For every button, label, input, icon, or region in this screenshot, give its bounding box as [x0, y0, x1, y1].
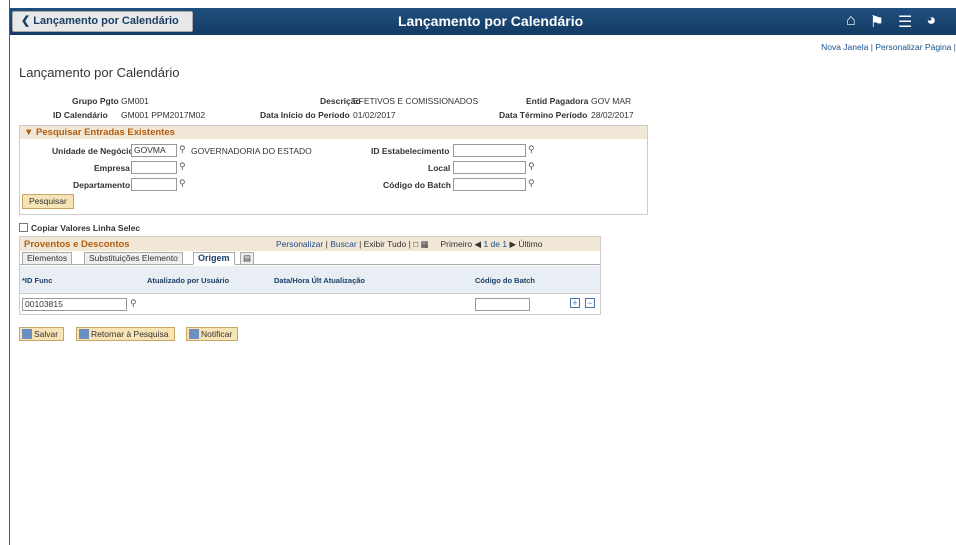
entid-pagadora-value: GOV MAR: [591, 96, 632, 106]
id-calendario-value: GM001 PPM2017M02: [121, 110, 206, 120]
compass-icon[interactable]: ◕: [926, 12, 936, 32]
new-window-link[interactable]: Nova Janela: [821, 42, 868, 52]
grid-navigation: Personalizar | Buscar | Exibir Tudo | □ …: [276, 239, 543, 250]
id-estabelecimento-label: ID Estabelecimento: [371, 146, 450, 156]
save-button[interactable]: Salvar: [19, 327, 65, 341]
personalize-link[interactable]: Personalizar: [276, 239, 323, 249]
unidade-negocio-description: GOVERNADORIA DO ESTADO: [191, 146, 312, 156]
lookup-icon[interactable]: ⚲: [179, 144, 186, 155]
separator: |: [359, 239, 362, 249]
local-label: Local: [428, 163, 451, 173]
save-label: Salvar: [34, 329, 59, 339]
return-icon: [79, 329, 89, 339]
data-termino-value: 28/02/2017: [591, 110, 634, 120]
codigo-batch-input[interactable]: [453, 178, 526, 191]
id-func-input[interactable]: 00103815: [22, 298, 127, 311]
notify-label: Notificar: [201, 329, 233, 339]
unidade-negocio-input[interactable]: GOVMA: [131, 144, 177, 157]
empresa-label: Empresa: [94, 163, 130, 173]
row-range: 1 de 1: [483, 239, 508, 249]
notify-icon: [189, 329, 199, 339]
download-icon[interactable]: ▦: [421, 239, 429, 249]
page-title: Lançamento por Calendário: [19, 65, 180, 80]
notify-button[interactable]: Notificar: [186, 327, 239, 341]
lookup-icon[interactable]: ⚲: [528, 178, 535, 189]
lookup-icon[interactable]: ⚲: [179, 161, 186, 172]
col-id-func[interactable]: *ID Func: [22, 276, 52, 285]
table-row: 00103815 ⚲ + −: [20, 294, 600, 314]
batch-code-input[interactable]: [475, 298, 530, 311]
last-link[interactable]: Último: [518, 239, 542, 249]
tab-substituicoes-elemento[interactable]: Substituições Elemento: [84, 252, 183, 265]
personalize-page-link[interactable]: Personalizar Página: [875, 42, 951, 52]
zoom-icon[interactable]: □: [413, 239, 418, 249]
local-input[interactable]: [453, 161, 526, 174]
departamento-input[interactable]: [131, 178, 177, 191]
find-link[interactable]: Buscar: [330, 239, 356, 249]
top-links: Nova Janela | Personalizar Página |: [821, 42, 956, 52]
grid-column-headers: *ID Func Atualizado por Usuário Data/Hor…: [20, 266, 600, 294]
banner-icons: ⌂ ⚑ ☰ ◕: [846, 12, 936, 32]
grid-tabs: Elementos Substituições Elemento Origem …: [20, 252, 600, 265]
return-label: Retornar à Pesquisa: [91, 329, 169, 339]
descricao-value: EFETIVOS E COMISSIONADOS: [353, 96, 479, 106]
tab-origem[interactable]: Origem: [193, 252, 235, 265]
data-inicio-value: 01/02/2017: [353, 110, 396, 120]
col-updated-at[interactable]: Data/Hora Últ Atualização: [274, 276, 365, 285]
lookup-icon[interactable]: ⚲: [528, 144, 535, 155]
show-all-columns-icon[interactable]: ▤: [240, 252, 255, 265]
id-calendario-label: ID Calendário: [53, 110, 108, 120]
banner-title: Lançamento por Calendário: [398, 13, 584, 29]
view-all-link[interactable]: Exibir Tudo: [364, 239, 407, 249]
next-icon[interactable]: ▶: [509, 239, 516, 249]
home-icon[interactable]: ⌂: [846, 12, 856, 32]
previous-icon[interactable]: ◀: [475, 239, 482, 249]
grid-header: Proventos e Descontos Personalizar | Bus…: [20, 237, 600, 251]
codigo-batch-label: Código do Batch: [383, 180, 451, 190]
add-row-icon[interactable]: +: [570, 298, 580, 308]
search-box-header[interactable]: ▼ Pesquisar Entradas Existentes: [20, 126, 647, 139]
flag-icon[interactable]: ⚑: [870, 12, 884, 32]
data-inicio-label: Data Início do Período: [260, 110, 350, 120]
menu-icon[interactable]: ☰: [898, 12, 912, 32]
col-batch-code[interactable]: Código do Batch: [475, 276, 535, 285]
chevron-left-icon: ❮: [21, 15, 31, 27]
col-updated-by[interactable]: Atualizado por Usuário: [147, 276, 229, 285]
data-termino-label: Data Término Período: [499, 110, 588, 120]
lookup-icon[interactable]: ⚲: [130, 298, 137, 309]
id-estabelecimento-input[interactable]: [453, 144, 526, 157]
entid-pagadora-label: Entid Pagadora: [526, 96, 589, 106]
proventos-grid: Proventos e Descontos Personalizar | Bus…: [19, 236, 601, 315]
delete-row-icon[interactable]: −: [585, 298, 595, 308]
back-button-label: Lançamento por Calendário: [33, 15, 179, 27]
pesquisar-button[interactable]: Pesquisar: [22, 194, 74, 209]
copy-values-checkbox[interactable]: [19, 223, 28, 232]
return-to-search-button[interactable]: Retornar à Pesquisa: [76, 327, 175, 341]
collapse-triangle-icon: ▼: [24, 127, 34, 138]
empresa-input[interactable]: [131, 161, 177, 174]
lookup-icon[interactable]: ⚲: [528, 161, 535, 172]
separator: |: [408, 239, 411, 249]
tab-elementos[interactable]: Elementos: [22, 252, 73, 265]
first-link[interactable]: Primeiro: [441, 239, 473, 249]
top-banner: ❮ Lançamento por Calendário Lançamento p…: [10, 8, 956, 35]
departamento-label: Departamento: [73, 180, 131, 190]
page-frame: ❮ Lançamento por Calendário Lançamento p…: [9, 0, 956, 545]
grid-title: Proventos e Descontos: [24, 239, 130, 250]
separator: |: [870, 42, 873, 52]
lookup-icon[interactable]: ⚲: [179, 178, 186, 189]
copy-values-label: Copiar Valores Linha Selec: [31, 223, 141, 233]
separator: |: [325, 239, 328, 249]
grupo-pgto-value: GM001: [121, 96, 149, 106]
search-box-title: Pesquisar Entradas Existentes: [36, 127, 175, 138]
back-button[interactable]: ❮ Lançamento por Calendário: [12, 11, 193, 32]
save-icon: [22, 329, 32, 339]
unidade-negocio-label: Unidade de Negócio: [52, 146, 134, 156]
grupo-pgto-label: Grupo Pgto: [72, 96, 119, 106]
